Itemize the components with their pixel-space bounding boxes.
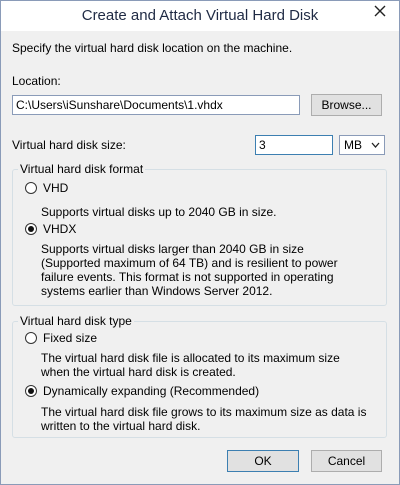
radio-vhd-indicator[interactable] <box>25 182 37 194</box>
format-legend: Virtual hard disk format <box>18 162 146 176</box>
radio-dynamic-label: Dynamically expanding (Recommended) <box>43 384 260 398</box>
size-unit-select[interactable]: MB <box>339 135 385 155</box>
radio-vhd[interactable]: VHD <box>25 181 68 195</box>
radio-dynamic[interactable]: Dynamically expanding (Recommended) <box>25 384 259 398</box>
size-input[interactable]: 3 <box>255 135 333 155</box>
location-input[interactable]: C:\Users\iSunshare\Documents\1.vhdx <box>12 95 300 115</box>
close-icon <box>374 5 386 17</box>
ok-button[interactable]: OK <box>227 450 299 472</box>
close-button[interactable] <box>367 1 393 21</box>
intro-text: Specify the virtual hard disk location o… <box>12 41 293 55</box>
dynamic-description: The virtual hard disk file grows to its … <box>41 405 367 433</box>
radio-fixed-label: Fixed size <box>43 331 98 345</box>
cancel-button[interactable]: Cancel <box>311 450 382 472</box>
vhd-description: Supports virtual disks up to 2040 GB in … <box>41 205 277 219</box>
location-label: Location: <box>12 74 61 88</box>
fixed-size-description: The virtual hard disk file is allocated … <box>41 351 340 379</box>
radio-vhdx[interactable]: VHDX <box>25 222 76 236</box>
window-title: Create and Attach Virtual Hard Disk <box>81 7 319 24</box>
vhdx-description: Supports virtual disks larger than 2040 … <box>41 242 338 298</box>
radio-fixed-size[interactable]: Fixed size <box>25 331 97 345</box>
size-label: Virtual hard disk size: <box>12 138 126 152</box>
radio-vhd-label: VHD <box>43 181 69 195</box>
dialog-window: Create and Attach Virtual Hard Disk Spec… <box>0 0 400 485</box>
radio-fixed-indicator[interactable] <box>25 332 37 344</box>
size-unit-value: MB <box>344 138 362 152</box>
title-bar[interactable]: Create and Attach Virtual Hard Disk <box>1 1 399 31</box>
type-legend: Virtual hard disk type <box>18 314 134 328</box>
radio-dynamic-indicator[interactable] <box>25 385 37 397</box>
dialog-body: Specify the virtual hard disk location o… <box>8 31 392 477</box>
browse-button[interactable]: Browse... <box>311 94 382 116</box>
radio-vhdx-label: VHDX <box>43 222 77 236</box>
chevron-down-icon <box>371 136 380 159</box>
radio-vhdx-indicator[interactable] <box>25 223 37 235</box>
